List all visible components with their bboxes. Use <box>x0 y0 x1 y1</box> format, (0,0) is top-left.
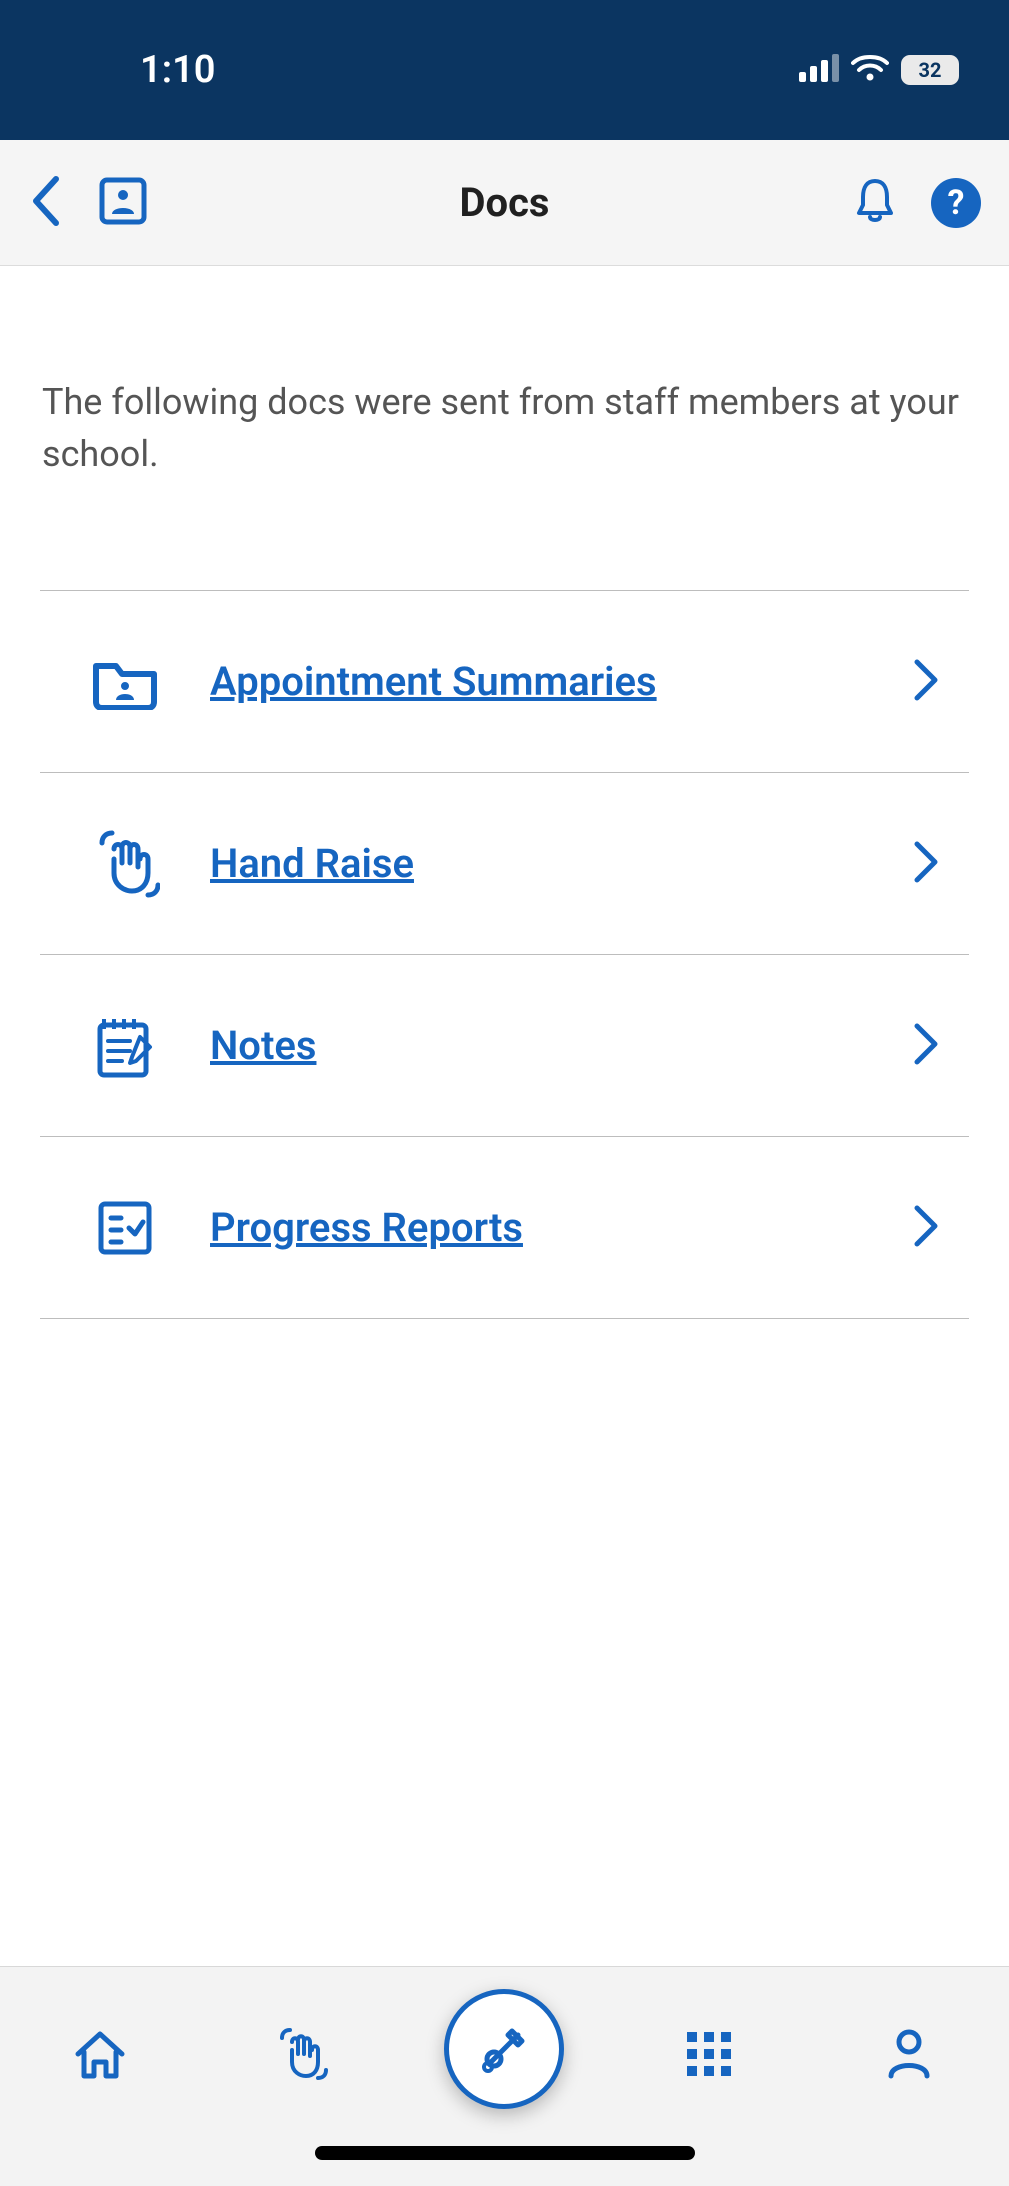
doc-item-progress-reports[interactable]: Progress Reports <box>40 1137 969 1319</box>
chevron-right-icon <box>913 1022 939 1070</box>
checklist-icon <box>90 1196 160 1260</box>
waving-hand-icon <box>90 829 160 899</box>
chevron-right-icon <box>913 1204 939 1252</box>
doc-list: Appointment Summaries Hand Raise <box>40 590 969 1319</box>
tab-grid[interactable] <box>654 1999 764 2109</box>
home-indicator <box>315 2146 695 2160</box>
cellular-icon <box>799 54 839 86</box>
notifications-button[interactable] <box>853 177 897 229</box>
battery-icon: 32 <box>901 55 959 85</box>
notepad-pencil-icon <box>90 1011 160 1081</box>
doc-item-appointment-summaries[interactable]: Appointment Summaries <box>40 591 969 773</box>
doc-item-label: Notes <box>210 1022 863 1069</box>
status-bar: 1:10 32 <box>0 0 1009 140</box>
back-button[interactable] <box>28 175 62 231</box>
tab-raise-hand-action[interactable] <box>444 1989 564 2109</box>
tab-hand-raise[interactable] <box>245 1999 355 2109</box>
status-time: 1:10 <box>140 48 215 92</box>
chevron-right-icon <box>913 658 939 706</box>
page-title: Docs <box>460 179 550 226</box>
doc-item-label: Appointment Summaries <box>210 658 863 705</box>
doc-item-label: Progress Reports <box>210 1204 863 1251</box>
wifi-icon <box>851 54 889 86</box>
profile-icon-button[interactable] <box>98 176 148 230</box>
intro-text: The following docs were sent from staff … <box>40 266 969 480</box>
folder-person-icon <box>90 654 160 710</box>
help-button[interactable]: ? <box>931 178 981 228</box>
tab-profile[interactable] <box>854 1999 964 2109</box>
tab-home[interactable] <box>45 1999 155 2109</box>
content-area: The following docs were sent from staff … <box>0 266 1009 1319</box>
header-bar: Docs ? <box>0 140 1009 266</box>
status-icons: 32 <box>799 54 959 86</box>
chevron-right-icon <box>913 840 939 888</box>
doc-item-notes[interactable]: Notes <box>40 955 969 1137</box>
doc-item-label: Hand Raise <box>210 840 863 887</box>
doc-item-hand-raise[interactable]: Hand Raise <box>40 773 969 955</box>
